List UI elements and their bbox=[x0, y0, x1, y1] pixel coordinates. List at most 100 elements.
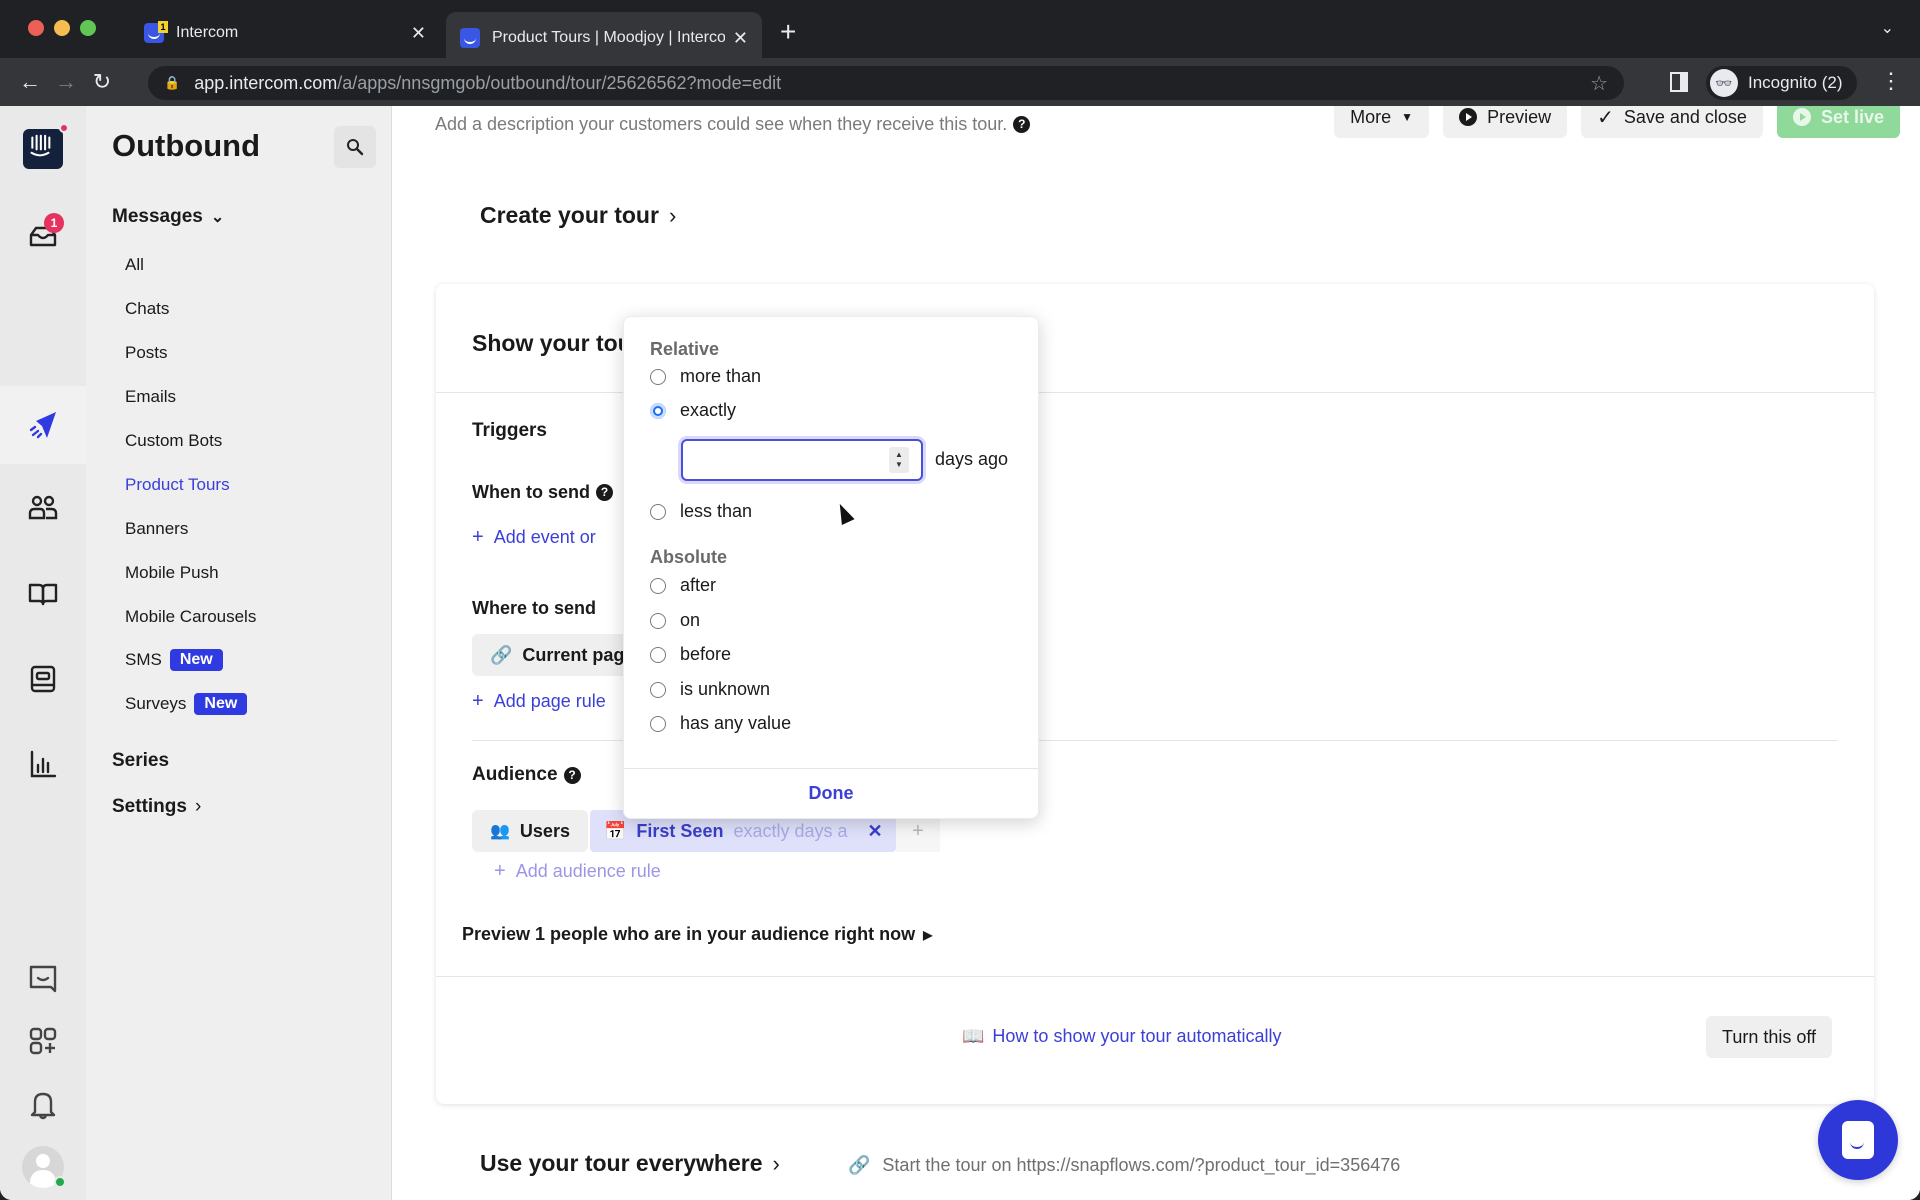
days-number-input[interactable] bbox=[681, 439, 923, 481]
nav-item-sms[interactable]: SMS New bbox=[125, 649, 223, 671]
nav-series[interactable]: Series bbox=[112, 750, 169, 772]
profile-label: Incognito (2) bbox=[1748, 73, 1843, 92]
radio-less-than[interactable]: less than bbox=[650, 501, 752, 522]
lock-icon: 🔒 bbox=[164, 75, 181, 90]
new-tab-button[interactable]: + bbox=[780, 16, 796, 48]
contacts-icon[interactable] bbox=[18, 483, 68, 533]
chevron-right-icon: › bbox=[194, 796, 202, 817]
help-icon[interactable]: ? bbox=[563, 766, 581, 784]
app-store-icon[interactable] bbox=[18, 1016, 68, 1066]
number-stepper[interactable]: ▲ ▼ bbox=[889, 447, 909, 473]
link-icon: 🔗 bbox=[848, 1155, 871, 1175]
preview-button[interactable]: Preview bbox=[1443, 106, 1568, 138]
nav-item-chats[interactable]: Chats bbox=[125, 299, 169, 319]
chevron-right-icon: › bbox=[772, 1150, 780, 1176]
nav-item-product-tours[interactable]: Product Tours bbox=[125, 475, 230, 495]
address-bar[interactable]: 🔒 app.intercom.com/a/apps/nnsgmgob/outbo… bbox=[148, 66, 1624, 100]
nav-item-emails[interactable]: Emails bbox=[125, 387, 176, 407]
create-tour-heading[interactable]: Create your tour › bbox=[480, 202, 676, 229]
window-zoom-button[interactable] bbox=[80, 20, 96, 36]
tab-close-icon[interactable]: ✕ bbox=[411, 23, 426, 44]
new-badge: New bbox=[194, 693, 248, 715]
browser-tab-bar: 1 Intercom ✕ Product Tours | Moodjoy | I… bbox=[0, 0, 1920, 64]
help-icon[interactable]: ? bbox=[1013, 116, 1031, 133]
tour-description-placeholder[interactable]: Add a description your customers could s… bbox=[435, 114, 1031, 135]
reports-chart-icon[interactable] bbox=[18, 740, 68, 790]
outbound-paper-plane-icon[interactable] bbox=[18, 400, 68, 450]
add-page-rule-button[interactable]: + Add page rule bbox=[472, 690, 606, 713]
link-icon: 🔗 bbox=[490, 644, 513, 665]
radio-before[interactable]: before bbox=[650, 644, 731, 665]
window-minimize-button[interactable] bbox=[54, 20, 70, 36]
use-tour-everywhere-heading[interactable]: Use your tour everywhere › bbox=[480, 1150, 780, 1177]
nav-item-surveys[interactable]: Surveys New bbox=[125, 693, 248, 715]
notification-dot bbox=[59, 123, 69, 133]
nav-item-all[interactable]: All bbox=[125, 255, 144, 275]
articles-book-icon[interactable] bbox=[18, 569, 68, 619]
inbox-badge: 1 bbox=[44, 213, 64, 233]
nav-item-custom-bots[interactable]: Custom Bots bbox=[125, 431, 222, 451]
intercom-favicon-icon: 1 bbox=[144, 21, 168, 43]
knowledge-hub-icon[interactable] bbox=[18, 654, 68, 704]
nav-settings[interactable]: Settings › bbox=[112, 796, 201, 818]
url-host: app.intercom.com bbox=[194, 72, 338, 93]
intercom-messenger-launcher[interactable] bbox=[1818, 1100, 1898, 1180]
tab-close-icon[interactable]: ✕ bbox=[733, 28, 748, 49]
nav-messages-toggle[interactable]: Messages ⌄ bbox=[112, 206, 224, 228]
incognito-profile-button[interactable]: 👓 Incognito (2) bbox=[1706, 66, 1857, 100]
notifications-bell-icon[interactable] bbox=[18, 1080, 68, 1130]
browser-tab-intercom[interactable]: 1 Intercom ✕ bbox=[130, 12, 440, 54]
radio-has-any-value[interactable]: has any value bbox=[650, 713, 791, 734]
where-to-send-label: Where to send bbox=[472, 598, 597, 618]
remove-rule-icon[interactable]: ✕ bbox=[868, 821, 883, 842]
nav-item-mobile-carousels[interactable]: Mobile Carousels bbox=[125, 607, 256, 627]
incognito-icon: 👓 bbox=[1710, 69, 1738, 97]
window-close-button[interactable] bbox=[28, 20, 44, 36]
users-audience-button[interactable]: 👥 Users bbox=[472, 810, 588, 852]
check-icon: ✓ bbox=[1597, 106, 1614, 129]
radio-exactly[interactable]: exactly bbox=[650, 400, 736, 421]
bookmark-star-icon[interactable]: ☆ bbox=[1590, 71, 1608, 96]
add-event-button[interactable]: + Add event or bbox=[472, 526, 596, 549]
turn-off-button[interactable]: Turn this off bbox=[1706, 1016, 1833, 1058]
reload-icon[interactable]: ↻ bbox=[84, 69, 120, 95]
messenger-icon[interactable] bbox=[18, 953, 68, 1003]
messenger-icon bbox=[1842, 1121, 1874, 1159]
radio-after[interactable]: after bbox=[650, 575, 716, 596]
forward-arrow-icon[interactable]: → bbox=[48, 69, 84, 95]
help-article-link[interactable]: 📖 How to show your tour automatically bbox=[962, 1026, 1282, 1047]
radio-on[interactable]: on bbox=[650, 610, 700, 631]
nav-search-button[interactable] bbox=[334, 126, 376, 168]
tour-share-link[interactable]: 🔗 Start the tour on https://snapflows.com… bbox=[848, 1155, 1400, 1176]
tab-search-chevron-icon[interactable]: ⌄ bbox=[1881, 18, 1894, 38]
save-and-close-button[interactable]: ✓ Save and close bbox=[1581, 106, 1763, 138]
side-panel-icon[interactable] bbox=[1670, 72, 1688, 92]
radio-more-than[interactable]: more than bbox=[650, 366, 761, 387]
caret-down-icon: ▼ bbox=[1401, 110, 1414, 124]
preview-audience-toggle[interactable]: Preview 1 people who are in your audienc… bbox=[462, 924, 932, 945]
back-arrow-icon[interactable]: ← bbox=[12, 69, 48, 95]
when-to-send-label: When to send? bbox=[472, 482, 613, 503]
outbound-nav: Outbound Messages ⌄ All Chats Posts Emai… bbox=[86, 106, 392, 1200]
help-icon[interactable]: ? bbox=[596, 484, 613, 501]
search-icon bbox=[347, 139, 364, 156]
nav-item-banners[interactable]: Banners bbox=[125, 519, 188, 539]
done-button[interactable]: Done bbox=[624, 768, 1038, 818]
relative-group-label: Relative bbox=[650, 339, 720, 359]
tour-editor: Add a description your customers could s… bbox=[392, 106, 1920, 1200]
inbox-icon[interactable]: 1 bbox=[18, 211, 68, 261]
nav-item-posts[interactable]: Posts bbox=[125, 343, 168, 363]
absolute-group-label: Absolute bbox=[650, 547, 728, 567]
caret-right-icon: ▶ bbox=[923, 927, 933, 942]
intercom-logo-icon[interactable] bbox=[18, 123, 69, 174]
plus-icon: + bbox=[494, 860, 506, 882]
nav-item-mobile-push[interactable]: Mobile Push bbox=[125, 563, 219, 583]
radio-is-unknown[interactable]: is unknown bbox=[650, 679, 770, 700]
browser-tab-product-tours[interactable]: Product Tours | Moodjoy | Intercom ✕ bbox=[446, 12, 762, 64]
more-button[interactable]: More ▼ bbox=[1334, 106, 1430, 138]
browser-menu-icon[interactable]: ⋮ bbox=[1880, 68, 1902, 94]
add-audience-rule-button[interactable]: + Add audience rule bbox=[494, 860, 661, 883]
current-page-rule[interactable]: 🔗 Current page bbox=[472, 634, 642, 676]
nav-title: Outbound bbox=[112, 128, 261, 163]
set-live-button[interactable]: Set live bbox=[1776, 106, 1900, 138]
